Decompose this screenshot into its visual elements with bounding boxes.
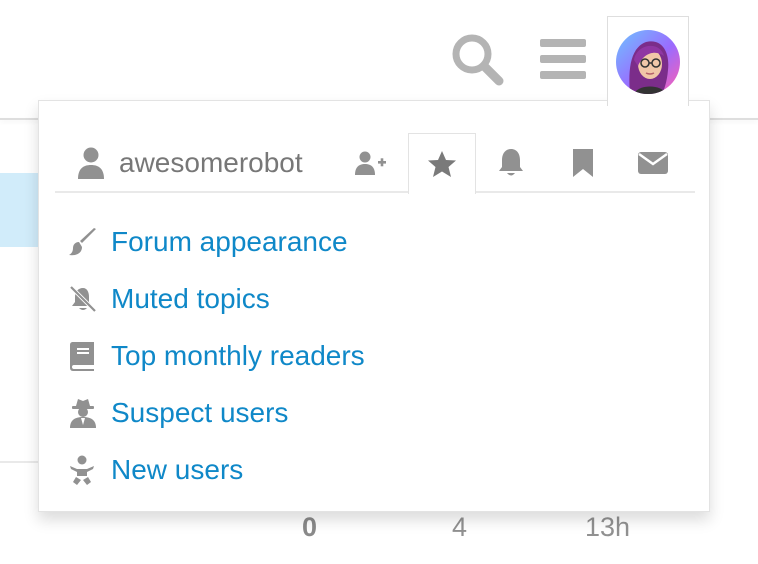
menu-item-label: Forum appearance [111, 225, 348, 257]
star-icon [428, 151, 456, 177]
username: awesomerobot [119, 147, 303, 178]
tab-invite[interactable] [351, 133, 391, 193]
favorites-menu-list: Forum appearance Muted topics Top monthl… [69, 213, 669, 498]
topic-row-divider [0, 461, 40, 463]
avatar [616, 29, 680, 94]
search-button[interactable] [446, 28, 508, 90]
user-plus-icon [355, 151, 386, 175]
search-icon [452, 34, 504, 86]
tab-notifications[interactable] [491, 133, 531, 193]
bell-slash-icon [69, 284, 99, 314]
tab-user-profile[interactable]: awesomerobot [77, 133, 337, 193]
menu-item-top-monthly-readers[interactable]: Top monthly readers [69, 327, 669, 384]
user-menu-panel: awesomerobot Forum appearance Muted topi… [38, 100, 710, 512]
topic-activity-age: 13h [585, 512, 631, 542]
user-menu-button[interactable] [607, 16, 689, 106]
hamburger-menu-button[interactable] [532, 28, 594, 90]
hamburger-icon [540, 39, 586, 79]
tab-messages[interactable] [631, 133, 675, 193]
menu-item-forum-appearance[interactable]: Forum appearance [69, 213, 669, 270]
menu-item-label: Top monthly readers [111, 339, 365, 371]
bookmark-icon [573, 149, 593, 177]
book-icon [69, 341, 99, 371]
topic-replies-count: 0 [302, 512, 318, 542]
user-icon [78, 147, 104, 179]
user-menu-tabs: awesomerobot [55, 133, 695, 194]
topic-row-highlight [0, 173, 40, 247]
baby-icon [69, 455, 99, 485]
menu-item-label: New users [111, 453, 244, 485]
menu-item-suspect-users[interactable]: Suspect users [69, 384, 669, 441]
envelope-icon [638, 152, 668, 174]
user-secret-icon [69, 398, 99, 428]
bell-icon [499, 149, 523, 176]
topic-views-count: 4 [452, 512, 468, 542]
menu-item-muted-topics[interactable]: Muted topics [69, 270, 669, 327]
menu-item-new-users[interactable]: New users [69, 441, 669, 498]
tab-bookmarks[interactable] [565, 133, 601, 193]
menu-item-label: Suspect users [111, 396, 289, 428]
menu-item-label: Muted topics [111, 282, 270, 314]
paintbrush-icon [69, 227, 99, 257]
tab-favorites[interactable] [408, 133, 476, 194]
